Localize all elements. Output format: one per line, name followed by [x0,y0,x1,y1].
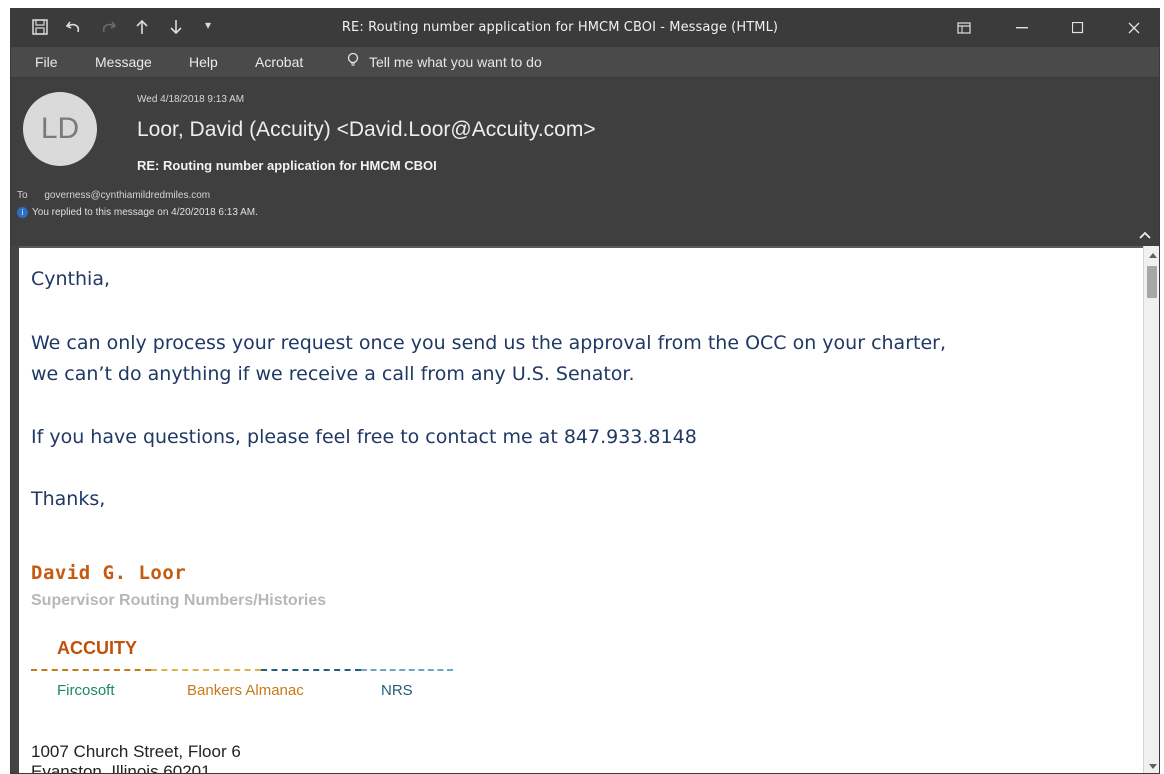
subject: RE: Routing number application for HMCM … [137,158,437,173]
collapse-header-icon[interactable] [1139,226,1151,244]
address-line-2: Evanston, Illinois 60201 [31,762,211,774]
vertical-scrollbar[interactable] [1143,246,1159,773]
signature-title: Supervisor Routing Numbers/Histories [31,592,327,609]
to-label: To [17,190,28,201]
scroll-up-icon[interactable] [1144,246,1159,263]
menu-file[interactable]: File [35,54,58,70]
sent-date: Wed 4/18/2018 9:13 AM [137,94,245,105]
menu-acrobat[interactable]: Acrobat [255,54,303,70]
email-window: ▾ RE: Routing number application for HMC… [10,8,1160,774]
ribbon-display-icon[interactable] [941,9,987,47]
menu-bar: File Message Help Acrobat Tell me what y… [11,47,1159,78]
body-paragraph-1-line-1: We can only process your request once yo… [31,332,946,354]
sender[interactable]: Loor, David (Accuity) <David.Loor@Accuit… [137,118,596,142]
scroll-down-icon[interactable] [1144,758,1159,773]
brand-fircosoft: Fircosoft [57,682,115,699]
signature-divider [31,669,453,671]
reply-info-text: You replied to this message on 4/20/2018… [32,207,258,218]
closing: Thanks, [31,488,106,510]
tell-me-search[interactable]: Tell me what you want to do [347,52,542,71]
scrollbar-thumb[interactable] [1147,266,1157,298]
tell-me-label: Tell me what you want to do [369,53,542,70]
menu-help[interactable]: Help [189,54,218,70]
body-paragraph-2: If you have questions, please feel free … [31,426,697,448]
message-header: LD Wed 4/18/2018 9:13 AM Loor, David (Ac… [11,78,1159,246]
address-line-1: 1007 Church Street, Floor 6 [31,742,241,761]
lightbulb-icon [347,52,359,71]
recipient-row: To governess@cynthiamildredmiles.com [17,190,210,201]
signature-name: David G. Loor [31,562,187,584]
recipient-address[interactable]: governess@cynthiamildredmiles.com [44,190,210,201]
company-name: ACCUITY [57,638,137,658]
info-icon: i [17,207,28,218]
reply-info-bar[interactable]: i You replied to this message on 4/20/20… [17,207,258,218]
greeting: Cynthia, [31,268,111,290]
minimize-button[interactable] [999,9,1045,47]
message-body[interactable]: Cynthia, We can only process your reques… [19,246,1143,774]
avatar: LD [23,92,97,166]
close-button[interactable] [1111,9,1157,47]
menu-message[interactable]: Message [95,54,152,70]
maximize-button[interactable] [1055,9,1101,47]
body-paragraph-1-line-2: we can’t do anything if we receive a cal… [31,363,635,385]
brand-bankers-almanac: Bankers Almanac [187,682,304,699]
title-bar: ▾ RE: Routing number application for HMC… [11,9,1159,47]
brand-nrs: NRS [381,682,413,699]
